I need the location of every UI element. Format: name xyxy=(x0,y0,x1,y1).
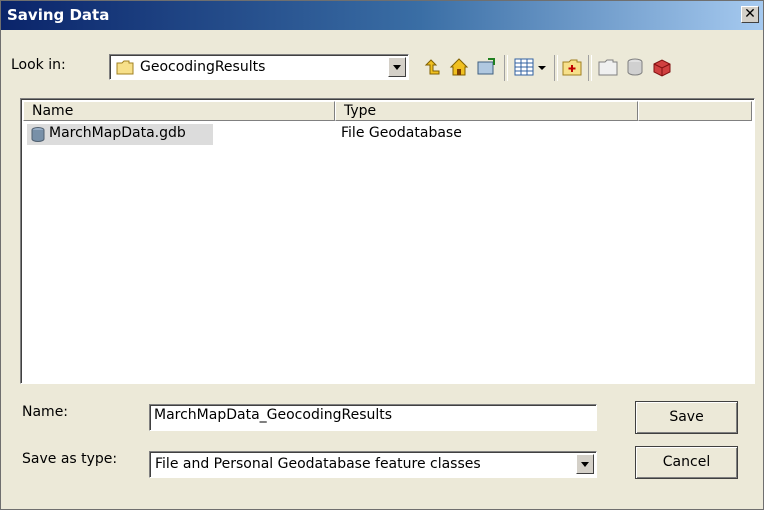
column-header-type[interactable]: Type xyxy=(335,101,638,121)
toolbar-separator xyxy=(554,55,558,81)
file-list[interactable]: Name Type MarchMapData.gdb File Geodatab… xyxy=(20,98,755,384)
look-in-dropdown-button[interactable] xyxy=(388,57,406,77)
save-as-type-combo[interactable]: File and Personal Geodatabase feature cl… xyxy=(149,451,597,478)
view-options-icon[interactable] xyxy=(513,56,535,78)
toolbox-icon[interactable] xyxy=(651,56,673,78)
title-bar[interactable]: Saving Data ✕ xyxy=(1,1,763,30)
look-in-label: Look in: xyxy=(11,57,66,73)
close-button[interactable]: ✕ xyxy=(741,6,759,23)
saving-data-dialog: Saving Data ✕ Look in: GeocodingResults xyxy=(0,0,764,510)
new-file-geodatabase-icon[interactable] xyxy=(597,56,619,78)
name-label: Name: xyxy=(22,404,69,420)
save-button[interactable]: Save xyxy=(635,401,738,434)
name-input[interactable] xyxy=(154,407,590,423)
new-folder-icon[interactable] xyxy=(561,56,583,78)
save-as-type-value: File and Personal Geodatabase feature cl… xyxy=(155,456,481,472)
toolbar-separator xyxy=(504,55,508,81)
list-item[interactable]: MarchMapData.gdb File Geodatabase xyxy=(23,122,752,145)
connect-folder-icon[interactable] xyxy=(475,56,497,78)
toolbar-separator xyxy=(588,55,592,81)
window-title: Saving Data xyxy=(7,6,110,24)
cancel-button[interactable]: Cancel xyxy=(635,446,738,479)
look-in-value: GeocodingResults xyxy=(140,59,266,75)
geodatabase-icon xyxy=(31,127,45,142)
view-dropdown-icon[interactable] xyxy=(535,56,549,78)
column-header-empty[interactable] xyxy=(638,101,752,121)
save-as-type-dropdown-button[interactable] xyxy=(576,454,594,474)
list-item-name-cell[interactable]: MarchMapData.gdb xyxy=(27,124,213,145)
folder-icon xyxy=(116,60,134,75)
save-as-type-label: Save as type: xyxy=(22,451,118,467)
name-field[interactable] xyxy=(149,404,597,431)
list-item-name: MarchMapData.gdb xyxy=(49,125,186,141)
look-in-combo[interactable]: GeocodingResults xyxy=(109,54,409,80)
column-header-name[interactable]: Name xyxy=(23,101,335,121)
up-one-level-icon[interactable] xyxy=(421,56,443,78)
list-item-type: File Geodatabase xyxy=(341,125,462,141)
new-personal-geodatabase-icon[interactable] xyxy=(624,56,646,78)
home-icon[interactable] xyxy=(448,56,470,78)
